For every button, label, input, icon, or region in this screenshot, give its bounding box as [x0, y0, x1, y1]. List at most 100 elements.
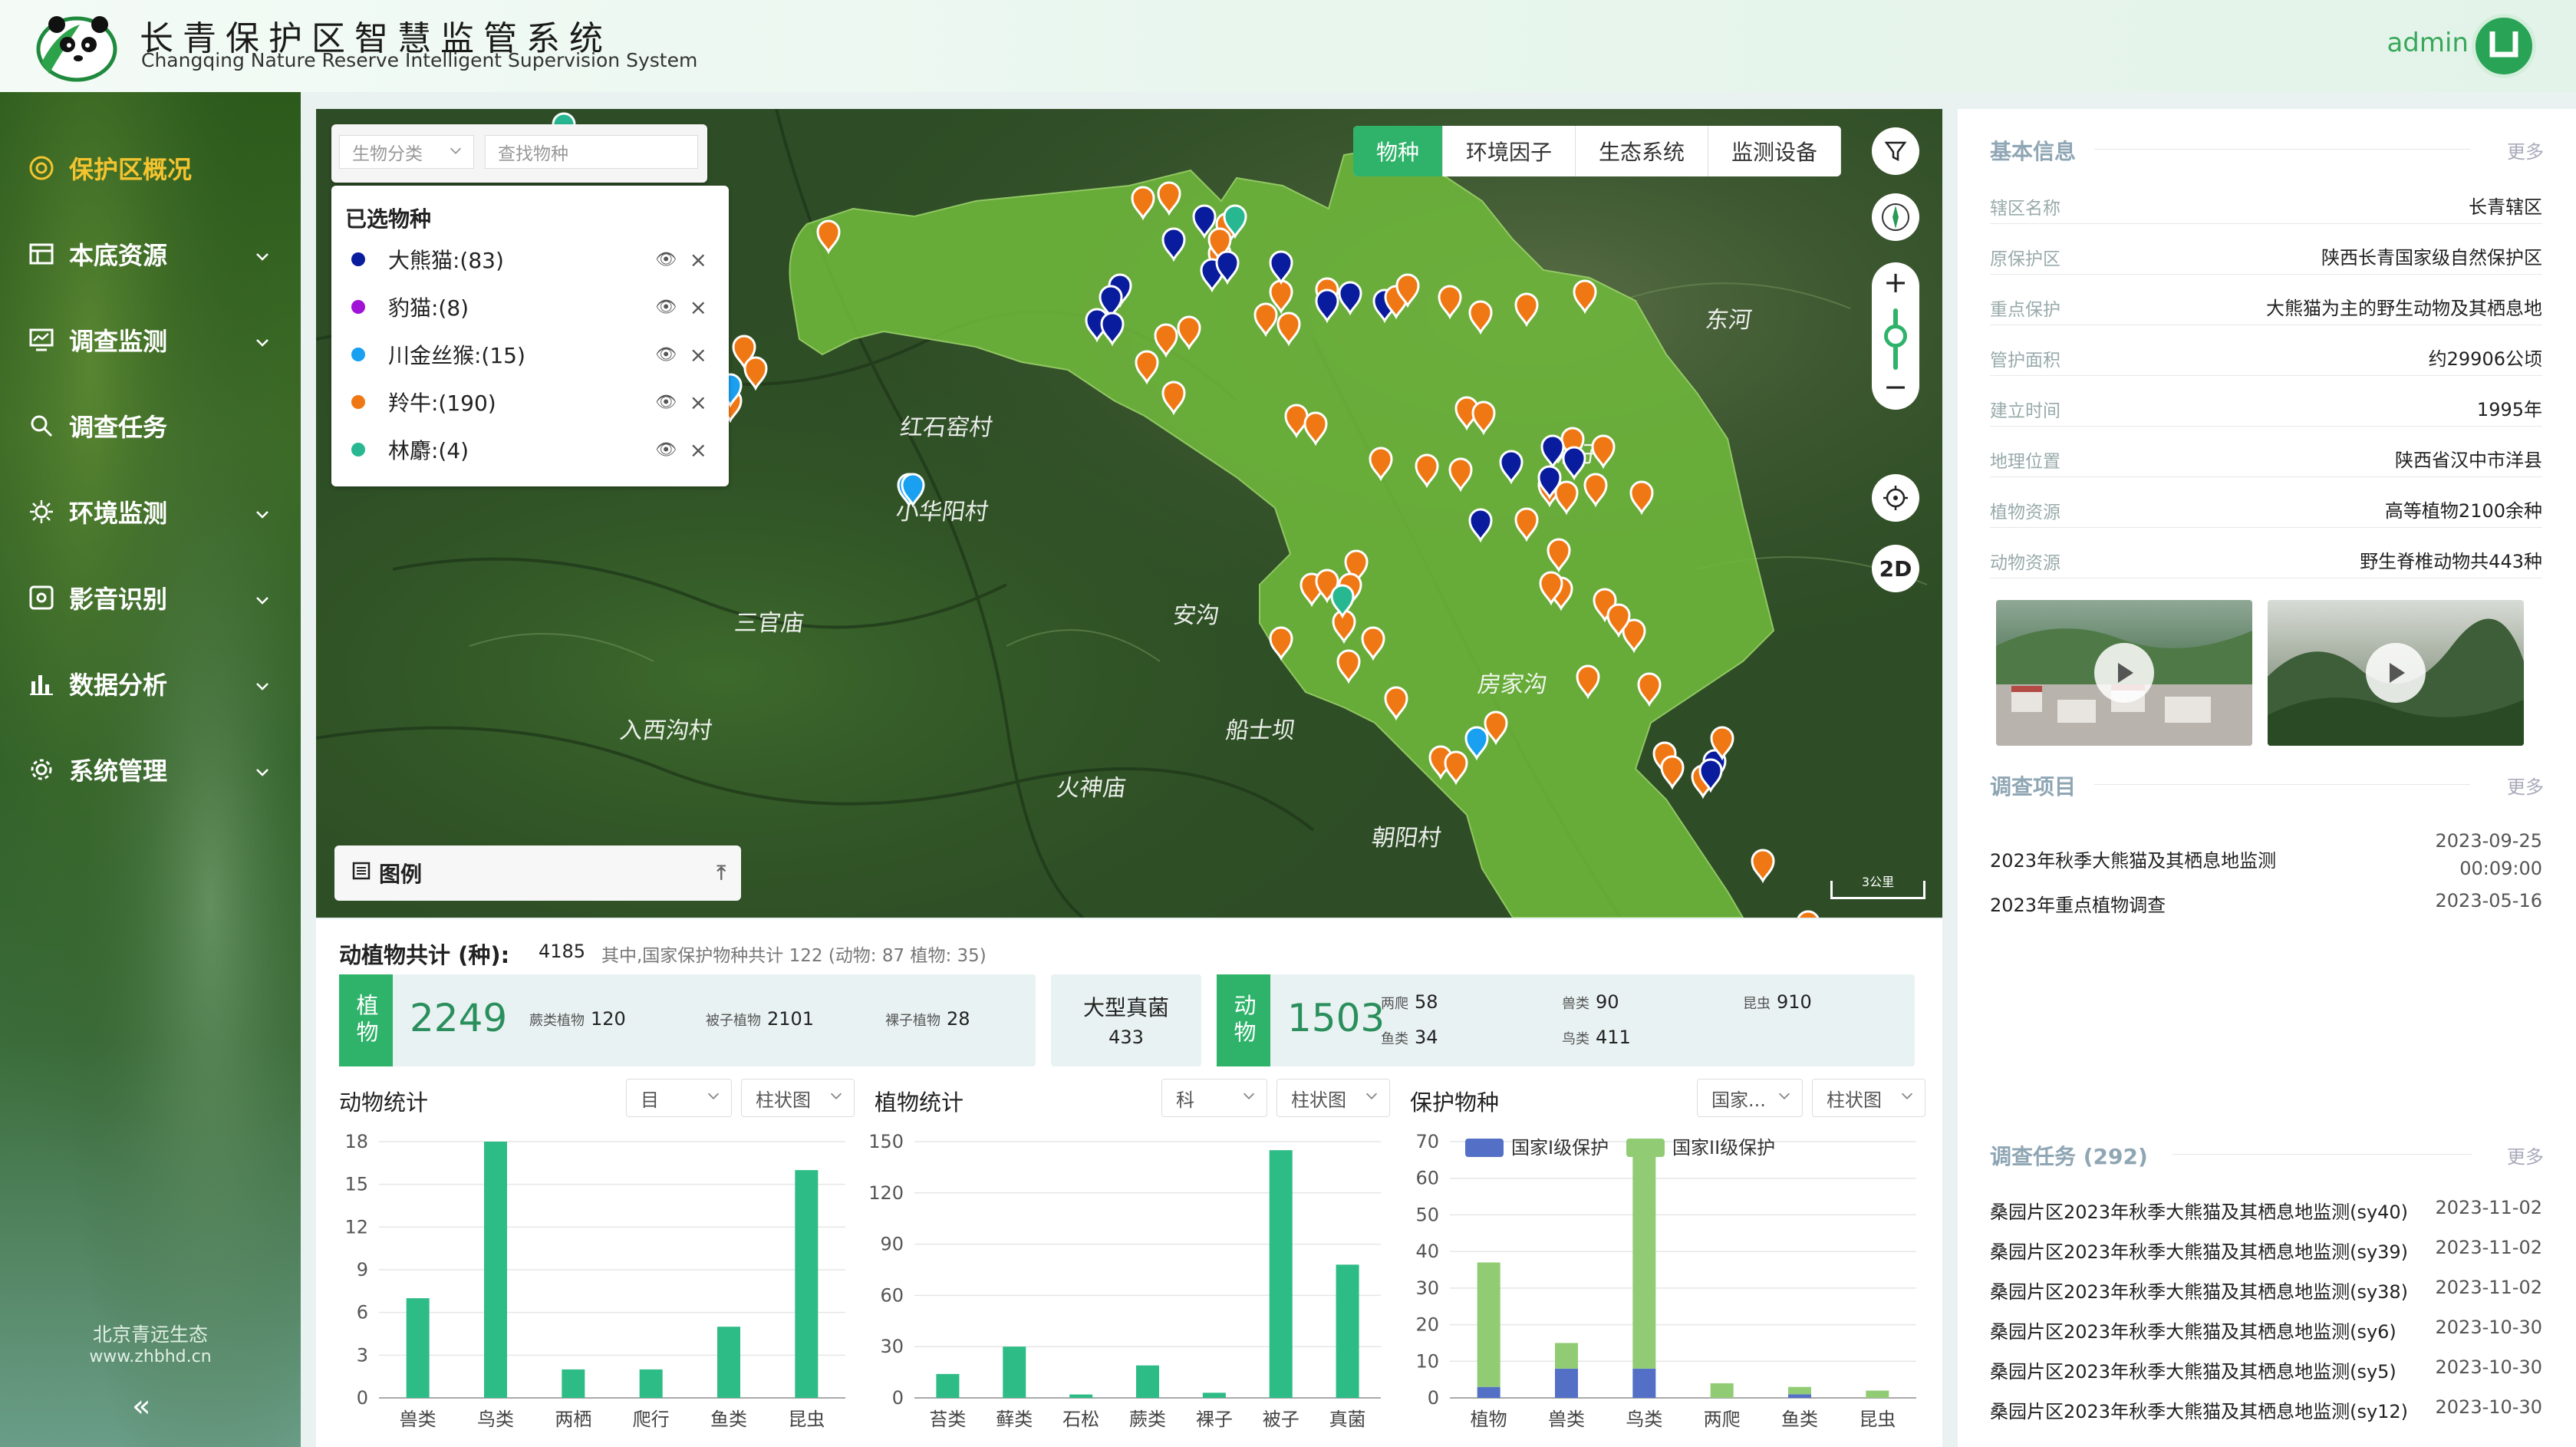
bar[interactable]: [1866, 1390, 1889, 1398]
compass-button[interactable]: [1872, 193, 1919, 241]
play-icon[interactable]: [2094, 643, 2154, 703]
project-row[interactable]: 2023年重点植物调查 2023-05-16: [1990, 890, 2542, 921]
eye-icon[interactable]: 👁: [655, 345, 677, 364]
sidebar-item-tasks[interactable]: 调查任务: [26, 407, 272, 445]
close-icon[interactable]: ×: [690, 247, 707, 272]
task-row[interactable]: 桑园片区2023年秋季大熊猫及其栖息地监测(sy40) 2023-11-02: [1990, 1197, 2542, 1235]
bar-chart-icon: [26, 668, 57, 699]
bar[interactable]: [1477, 1262, 1500, 1387]
collapse-sidebar-icon[interactable]: «: [132, 1389, 150, 1424]
tab-environment[interactable]: 环境因子: [1443, 126, 1576, 176]
protected-chart-type-select[interactable]: 柱状图: [1812, 1079, 1925, 1117]
bar[interactable]: [1555, 1368, 1578, 1398]
locate-button[interactable]: [1872, 474, 1919, 522]
protected-species-bar-chart: 0 10 20 30 40 50 60 70 植物 兽类 鸟类 两爬 鱼类 昆虫 国家I级保护 国家II级保护: [1415, 1131, 1916, 1430]
bar[interactable]: [1710, 1383, 1734, 1398]
bar[interactable]: [1788, 1386, 1811, 1395]
bar[interactable]: [936, 1373, 960, 1398]
project-more-link[interactable]: 更多: [2507, 772, 2544, 799]
search-task-icon: [26, 410, 57, 441]
zoom-control: + −: [1872, 262, 1919, 410]
task-row[interactable]: 桑园片区2023年秋季大熊猫及其栖息地监测(sy5) 2023-10-30: [1990, 1356, 2542, 1395]
plant-rank-select[interactable]: 科: [1161, 1079, 1267, 1117]
tab-devices[interactable]: 监测设备: [1708, 126, 1842, 176]
2d-toggle-button[interactable]: 2D: [1872, 545, 1919, 592]
animal-chart-type-select[interactable]: 柱状图: [741, 1079, 855, 1117]
video-thumbnail[interactable]: [1996, 600, 2252, 746]
collapse-up-icon[interactable]: ⤒: [717, 862, 726, 885]
bar[interactable]: [1788, 1394, 1811, 1398]
close-icon[interactable]: ×: [690, 295, 707, 320]
species-row[interactable]: 川金丝猴:(15) 👁 ×: [351, 339, 712, 370]
bar[interactable]: [1136, 1365, 1159, 1398]
video-thumbnail[interactable]: [2268, 600, 2524, 746]
close-icon[interactable]: ×: [690, 437, 707, 463]
filter-button[interactable]: [1872, 127, 1919, 175]
bar[interactable]: [1269, 1150, 1293, 1398]
eye-icon[interactable]: 👁: [655, 298, 677, 317]
map-legend-toggle[interactable]: 图例 ⤒: [334, 845, 741, 901]
task-row[interactable]: 桑园片区2023年秋季大熊猫及其栖息地监测(sy39) 2023-11-02: [1990, 1237, 2542, 1275]
info-key: 重点保护: [1990, 300, 2060, 320]
bar[interactable]: [484, 1142, 507, 1398]
bar[interactable]: [1632, 1149, 1656, 1369]
eye-icon[interactable]: 👁: [655, 393, 677, 412]
bar[interactable]: [1555, 1343, 1578, 1369]
eye-icon[interactable]: 👁: [655, 440, 677, 460]
bar[interactable]: [406, 1298, 430, 1398]
sidebar-item-system[interactable]: 系统管理: [26, 750, 272, 789]
task-row[interactable]: 桑园片区2023年秋季大熊猫及其栖息地监测(sy6) 2023-10-30: [1990, 1317, 2542, 1355]
species-row[interactable]: 豹猫:(8) 👁 ×: [351, 292, 712, 322]
zoom-out-button[interactable]: −: [1872, 370, 1919, 404]
plant-chart-type-select[interactable]: 柱状图: [1276, 1079, 1390, 1117]
sidebar-item-media[interactable]: 影音识别: [26, 578, 272, 617]
task-row[interactable]: 桑园片区2023年秋季大熊猫及其栖息地监测(sy12) 2023-10-30: [1990, 1396, 2542, 1435]
bar[interactable]: [1477, 1386, 1500, 1398]
close-icon[interactable]: ×: [690, 342, 707, 368]
plant-bar-chart: 0 30 60 90 120 150 苔类 藓类 石松 蕨类 裸子 被子 真菌: [868, 1131, 1381, 1430]
zoom-slider-handle[interactable]: [1884, 325, 1907, 348]
species-row[interactable]: 林麝:(4) 👁 ×: [351, 434, 712, 465]
tab-ecosystem[interactable]: 生态系统: [1576, 126, 1709, 176]
bar[interactable]: [639, 1369, 663, 1398]
species-row[interactable]: 大熊猫:(83) 👁 ×: [351, 244, 712, 275]
map-view[interactable]: 红石窑村 小华阳村 三官庙 安沟 入西沟村 火神庙 船士坝 朝阳村 房家沟 东河…: [316, 109, 1942, 918]
legend-label: 国家I级保护: [1511, 1137, 1609, 1159]
animal-rank-select[interactable]: 目: [626, 1079, 732, 1117]
sidebar-item-monitoring[interactable]: 调查监测: [26, 321, 272, 359]
eye-icon[interactable]: 👁: [655, 250, 677, 269]
play-icon[interactable]: [2366, 643, 2426, 703]
sidebar-item-environment[interactable]: 环境监测: [26, 493, 272, 531]
task-row[interactable]: 桑园片区2023年秋季大熊猫及其栖息地监测(sy38) 2023-11-02: [1990, 1277, 2542, 1315]
x-tick-label: 昆虫: [788, 1409, 825, 1430]
bar[interactable]: [1069, 1394, 1093, 1398]
bar[interactable]: [562, 1369, 585, 1398]
chevron-down-icon: [253, 500, 272, 529]
sidebar-item-resources[interactable]: 本底资源: [26, 235, 272, 273]
map-place-label: 船士坝: [1224, 717, 1297, 744]
bar[interactable]: [1202, 1393, 1226, 1398]
protected-level-select[interactable]: 国家...: [1697, 1079, 1803, 1117]
tab-species[interactable]: 物种: [1353, 126, 1444, 176]
task-name: 桑园片区2023年秋季大熊猫及其栖息地监测(sy40): [1990, 1201, 2409, 1223]
basic-info-more-link[interactable]: 更多: [2507, 137, 2544, 163]
x-tick-label: 爬行: [633, 1409, 670, 1430]
bar[interactable]: [1003, 1346, 1026, 1398]
bar[interactable]: [795, 1170, 819, 1398]
close-icon[interactable]: ×: [690, 390, 707, 415]
divider: [2172, 1154, 2472, 1155]
bar[interactable]: [1632, 1368, 1656, 1398]
project-row[interactable]: 2023年秋季大熊猫及其栖息地监测 2023-09-25 00:09:00: [1990, 830, 2542, 893]
sidebar-item-analysis[interactable]: 数据分析: [26, 664, 272, 703]
user-name[interactable]: admin: [2387, 28, 2469, 58]
sidebar-item-overview[interactable]: 保护区概况: [26, 149, 272, 187]
species-search-input[interactable]: 查找物种: [485, 135, 698, 169]
zoom-in-button[interactable]: +: [1872, 265, 1919, 299]
bar[interactable]: [1336, 1264, 1359, 1398]
user-avatar[interactable]: [2472, 14, 2536, 78]
species-row[interactable]: 羚牛:(190) 👁 ×: [351, 387, 712, 417]
animal-bird-count: 鸟类 411: [1562, 1027, 1631, 1048]
bar[interactable]: [717, 1327, 740, 1398]
task-more-link[interactable]: 更多: [2507, 1142, 2544, 1168]
category-select[interactable]: 生物分类: [339, 135, 474, 169]
